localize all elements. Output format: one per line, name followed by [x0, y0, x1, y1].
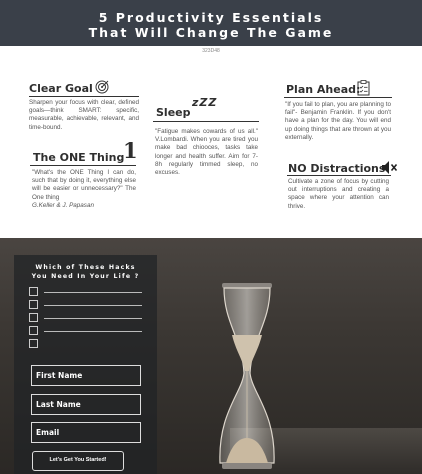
one-thing-number: 1 [123, 138, 138, 163]
page-title: 5 Productivity Essentials That Will Chan… [88, 10, 334, 40]
one-thing-heading: The ONE Thing [33, 151, 125, 164]
plan-ahead-heading: Plan Ahead: [286, 83, 361, 96]
last-name-field[interactable]: Last Name [31, 394, 141, 415]
hack-line [44, 331, 142, 332]
one-thing-quote: "What's the ONE Thing I can do, such tha… [32, 169, 136, 201]
form-panel: Which of These Hacks You Need In Your Li… [14, 255, 157, 474]
email-field[interactable]: Email [31, 422, 141, 443]
one-thing-author: G.Keller & J. Papasan [32, 201, 94, 209]
target-icon [95, 80, 109, 94]
clear-goal-underline [29, 96, 139, 97]
hack-line [44, 318, 142, 319]
get-started-button[interactable]: Let's Get You Started! [32, 451, 124, 471]
checklist-icon [357, 80, 370, 96]
plan-ahead-text: "If you fail to plan, you are planning t… [285, 101, 391, 141]
sleep-underline [153, 121, 259, 122]
one-thing-text: "What's the ONE Thing I can do, such tha… [32, 169, 136, 210]
hack-line [44, 305, 142, 306]
sleep-text: "Fatigue makes cowards of us all." V.Lom… [155, 128, 258, 177]
no-distractions-text: Cultivate a zone of focus by cutting out… [288, 178, 389, 210]
hack-checkbox[interactable] [29, 313, 38, 322]
hack-checkbox[interactable] [29, 287, 38, 296]
hack-line [44, 292, 142, 293]
hack-checkbox[interactable] [29, 300, 38, 309]
hack-checkbox[interactable] [29, 326, 38, 335]
hourglass-photo: Which of These Hacks You Need In Your Li… [0, 238, 422, 474]
clear-goal-text: Sharpen your focus with clear, defined g… [29, 99, 139, 131]
mute-icon [382, 161, 398, 174]
sleep-heading: Sleep [156, 106, 191, 119]
one-thing-underline [30, 165, 136, 166]
no-distractions-heading: NO Distractions [288, 162, 386, 175]
hack-checkbox[interactable] [29, 339, 38, 348]
color-code: 323D48 [202, 48, 220, 54]
form-title: Which of These Hacks You Need In Your Li… [31, 264, 140, 280]
plan-ahead-underline [284, 97, 392, 98]
clear-goal-heading: Clear Goal [29, 82, 93, 95]
no-distractions-underline [287, 175, 391, 176]
header-banner: 5 Productivity Essentials That Will Chan… [0, 0, 422, 46]
hourglass-image [219, 283, 275, 469]
first-name-field[interactable]: First Name [31, 365, 141, 386]
zzz-icon: zZZ [192, 96, 218, 109]
